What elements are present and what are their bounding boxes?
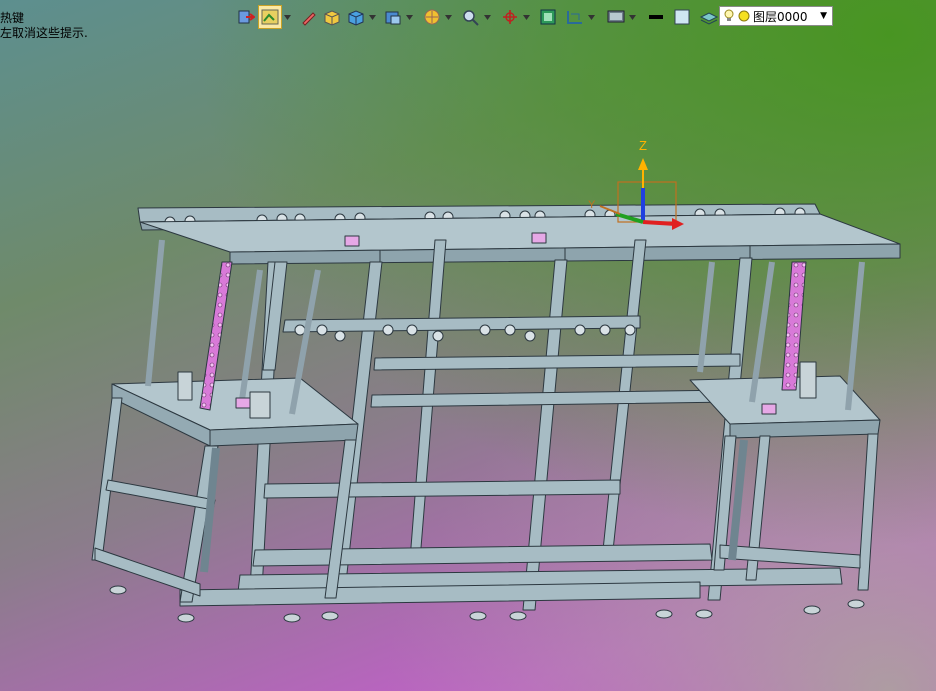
layer-manager-icon <box>699 12 719 25</box>
line-color-button[interactable] <box>646 6 666 28</box>
chevron-down-icon[interactable]: ▼ <box>820 11 827 21</box>
screen-display-icon <box>607 10 625 23</box>
layer-color-icon[interactable] <box>738 10 750 22</box>
layer-name: 图层0000 <box>753 9 808 24</box>
zoom-icon <box>463 10 479 26</box>
fill-color-icon <box>674 9 690 25</box>
lightbulb-icon[interactable] <box>723 9 735 23</box>
exit-sketch-button[interactable] <box>236 6 256 28</box>
chevron-down-icon[interactable] <box>406 6 413 28</box>
screen-display-button[interactable] <box>605 6 627 28</box>
3d-viewport[interactable]: Z Y <box>0 0 936 691</box>
chevron-down-icon[interactable] <box>445 6 452 28</box>
y-axis-label: Y <box>588 199 596 211</box>
chevron-down-icon[interactable] <box>588 6 595 28</box>
chevron-down-icon[interactable] <box>284 6 291 28</box>
hide-show-button[interactable] <box>421 6 443 28</box>
view-toolbar <box>236 5 729 29</box>
fill-color-button[interactable] <box>672 6 692 28</box>
hide-show-icon <box>424 9 440 25</box>
view-settings-icon <box>567 11 582 24</box>
machine-frame-assembly[interactable] <box>91 203 901 623</box>
shaded-box-button[interactable] <box>321 6 343 28</box>
line-color-icon <box>649 15 663 19</box>
sketch-display-button[interactable] <box>258 5 282 29</box>
chevron-down-icon[interactable] <box>369 6 376 28</box>
pencil-edit-icon <box>302 12 316 26</box>
chevron-down-icon[interactable] <box>523 6 530 28</box>
display-style-icon <box>385 11 401 25</box>
sketch-display-icon <box>261 9 279 25</box>
rotate-view-icon <box>503 10 517 24</box>
section-view-icon <box>540 9 556 25</box>
exit-sketch-icon <box>238 10 255 24</box>
chevron-down-icon[interactable] <box>629 6 636 28</box>
layer-manager-button[interactable] <box>698 6 720 28</box>
layer-dropdown[interactable]: 图层0000 ▼ <box>719 6 833 26</box>
view-settings-button[interactable] <box>564 6 586 28</box>
z-axis-label: Z <box>639 138 647 153</box>
x-axis-arrow <box>642 220 677 226</box>
pencil-edit-button[interactable] <box>299 6 319 28</box>
view-orientation-button[interactable] <box>345 6 367 28</box>
section-view-button[interactable] <box>538 6 558 28</box>
chevron-down-icon[interactable] <box>484 6 491 28</box>
rotate-view-button[interactable] <box>499 6 521 28</box>
view-orientation-icon <box>348 10 364 26</box>
shaded-box-icon <box>324 10 340 26</box>
display-style-button[interactable] <box>382 6 404 28</box>
zoom-button[interactable] <box>460 6 482 28</box>
